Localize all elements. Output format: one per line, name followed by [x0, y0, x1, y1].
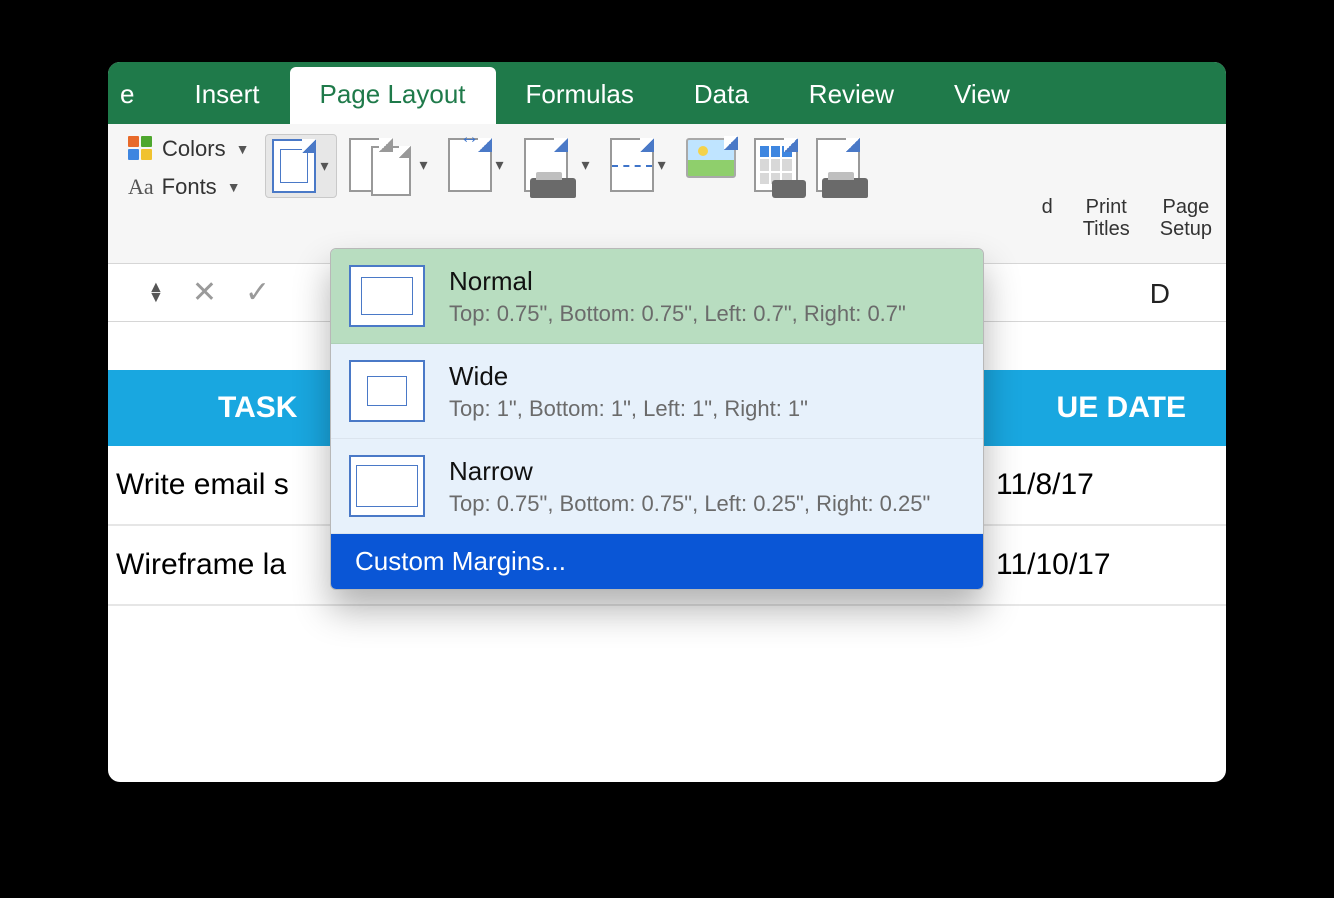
- chevron-down-icon: ▾: [318, 156, 330, 176]
- option-title: Narrow: [449, 456, 930, 487]
- background-button[interactable]: [680, 134, 742, 192]
- margins-wide-icon: [349, 360, 425, 422]
- colors-dropdown[interactable]: Colors ▼: [128, 136, 249, 162]
- orientation-icon: [349, 138, 393, 192]
- tab-insert[interactable]: Insert: [164, 67, 289, 124]
- tab-formulas[interactable]: Formulas: [496, 67, 664, 124]
- chevron-down-icon: ▾: [656, 155, 668, 175]
- print-titles-label: PrintTitles: [1083, 196, 1130, 240]
- tab-page-layout[interactable]: Page Layout: [290, 67, 496, 124]
- header-due: UE DATE: [1057, 391, 1226, 425]
- colors-label: Colors: [162, 136, 226, 162]
- fonts-label: Fonts: [162, 174, 217, 200]
- size-button[interactable]: ↔ ▾: [442, 134, 512, 196]
- breaks-icon: [610, 138, 654, 192]
- margins-normal-icon: [349, 265, 425, 327]
- ribbon-tabs: e Insert Page Layout Formulas Data Revie…: [108, 62, 1226, 124]
- cell-due: 11/8/17: [996, 468, 1226, 502]
- breaks-button[interactable]: ▾: [604, 134, 674, 196]
- tab-home-partial[interactable]: e: [108, 67, 164, 124]
- option-title: Wide: [449, 361, 808, 392]
- page-setup-label: PageSetup: [1160, 196, 1212, 240]
- cancel-icon[interactable]: ✕: [192, 275, 217, 310]
- margins-option-wide[interactable]: Wide Top: 1", Bottom: 1", Left: 1", Righ…: [331, 344, 983, 439]
- option-subtitle: Top: 0.75", Bottom: 0.75", Left: 0.7", R…: [449, 301, 906, 327]
- margins-icon: [272, 139, 316, 193]
- cell-due: 11/10/17: [996, 548, 1226, 582]
- name-box-stepper[interactable]: ▲▼: [148, 283, 164, 303]
- margins-narrow-icon: [349, 455, 425, 517]
- ribbon-labels: d PrintTitles PageSetup: [1042, 196, 1212, 240]
- option-subtitle: Top: 1", Bottom: 1", Left: 1", Right: 1": [449, 396, 808, 422]
- page-setup-icon: [816, 138, 860, 192]
- print-titles-button[interactable]: [748, 134, 804, 196]
- margins-button[interactable]: ▾: [265, 134, 337, 198]
- page-setup-button[interactable]: [810, 134, 866, 196]
- tab-review[interactable]: Review: [779, 67, 924, 124]
- orientation-button[interactable]: ▾: [343, 134, 435, 196]
- page-setup-group: ▾ ▾ ↔ ▾ ▾ ▾: [265, 134, 865, 198]
- chevron-down-icon: ▾: [494, 155, 506, 175]
- tab-view[interactable]: View: [924, 67, 1040, 124]
- bg-trail: d: [1042, 196, 1053, 240]
- print-area-button[interactable]: ▾: [518, 134, 598, 196]
- print-titles-icon: [754, 138, 798, 192]
- background-icon: [686, 138, 736, 188]
- tab-data[interactable]: Data: [664, 67, 779, 124]
- column-header-d[interactable]: D: [1150, 278, 1170, 310]
- colors-icon: [128, 136, 154, 162]
- ribbon: Colors ▼ Aa Fonts ▼ ▾ ▾ ↔ ▾: [108, 124, 1226, 264]
- chevron-down-icon: ▼: [236, 141, 250, 157]
- fonts-icon: Aa: [128, 174, 154, 200]
- enter-icon[interactable]: ✓: [245, 275, 270, 310]
- chevron-down-icon: ▾: [417, 155, 429, 175]
- fonts-dropdown[interactable]: Aa Fonts ▼: [128, 174, 249, 200]
- size-icon: ↔: [448, 138, 492, 192]
- margins-custom[interactable]: Custom Margins...: [331, 534, 983, 589]
- margins-option-normal[interactable]: Normal Top: 0.75", Bottom: 0.75", Left: …: [331, 249, 983, 344]
- print-area-icon: [524, 138, 568, 192]
- margins-option-narrow[interactable]: Narrow Top: 0.75", Bottom: 0.75", Left: …: [331, 439, 983, 534]
- chevron-down-icon: ▾: [580, 155, 592, 175]
- option-title: Normal: [449, 266, 906, 297]
- margins-menu: Normal Top: 0.75", Bottom: 0.75", Left: …: [330, 248, 984, 590]
- option-subtitle: Top: 0.75", Bottom: 0.75", Left: 0.25", …: [449, 491, 930, 517]
- chevron-down-icon: ▼: [227, 179, 241, 195]
